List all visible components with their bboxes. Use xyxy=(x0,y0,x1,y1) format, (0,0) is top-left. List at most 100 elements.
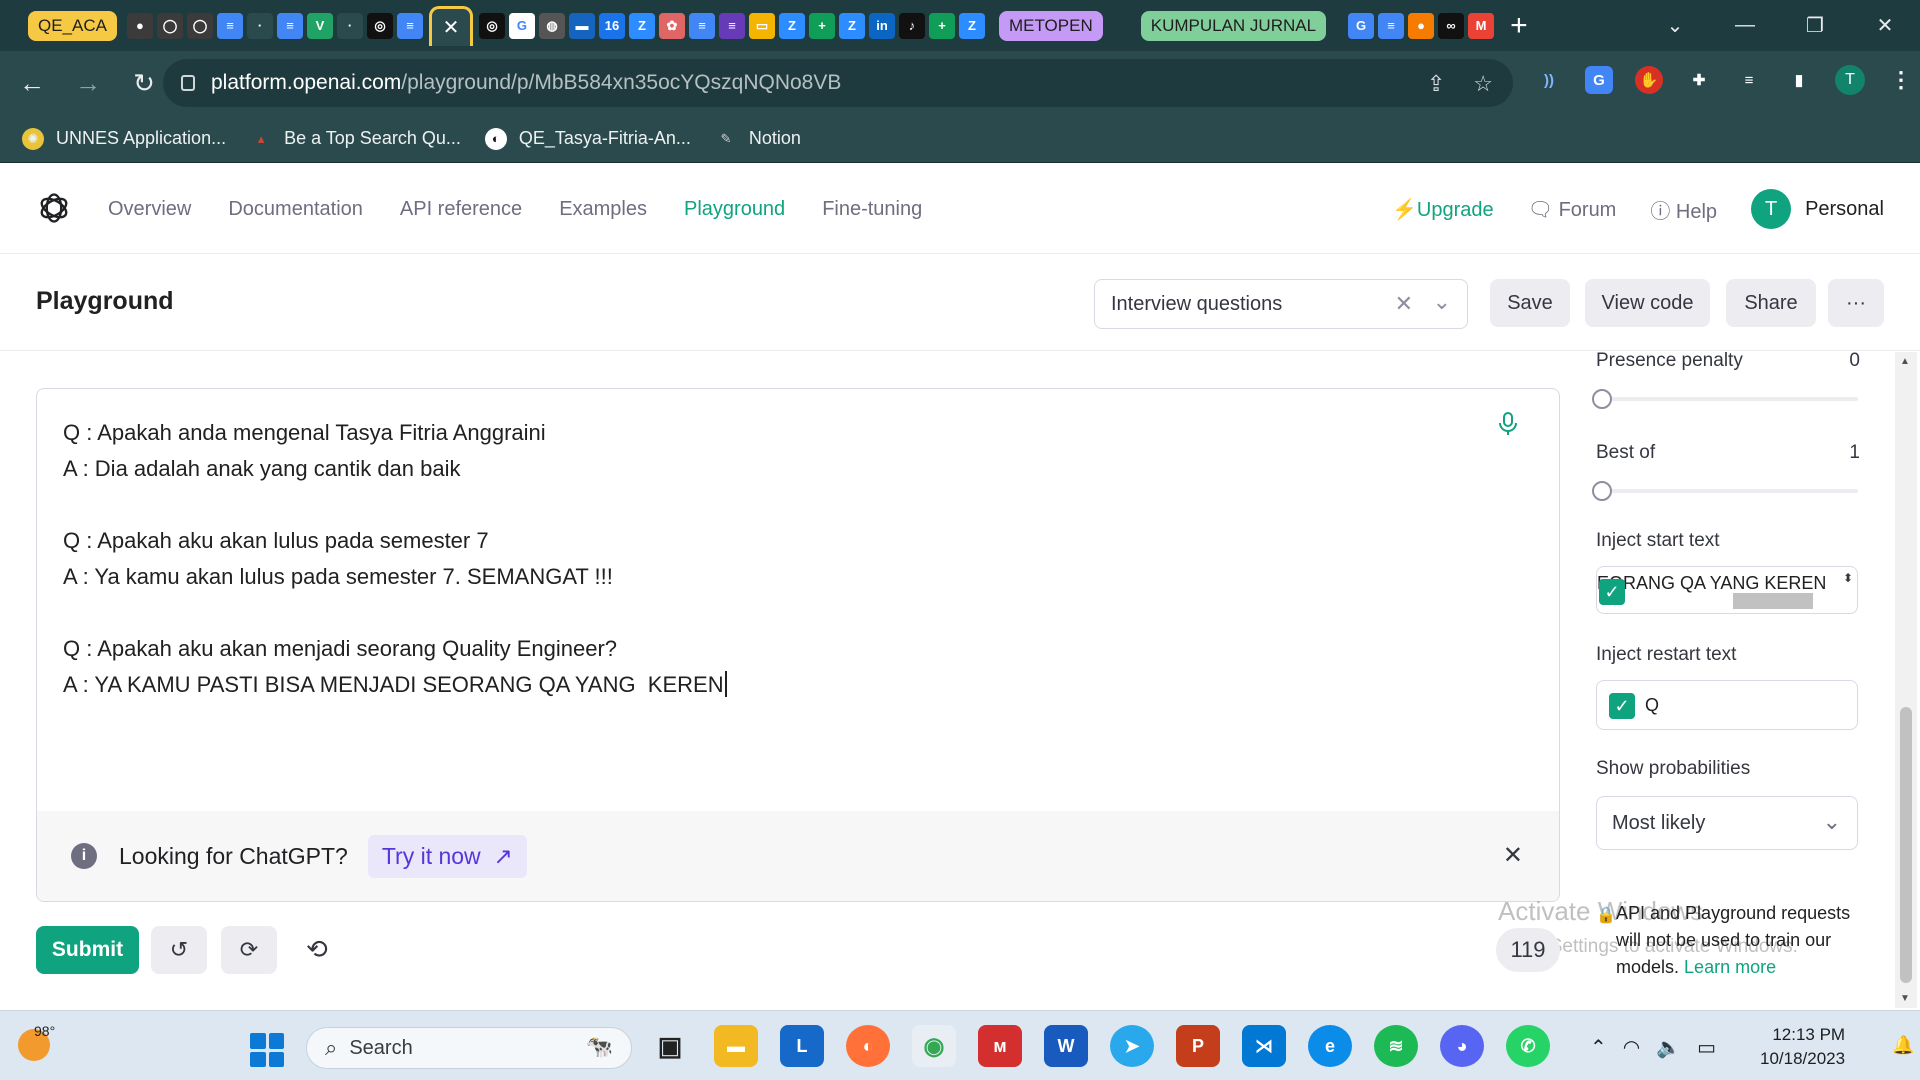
slider-knob[interactable] xyxy=(1592,481,1612,501)
plus-tab-icon[interactable]: + xyxy=(928,12,955,39)
try-it-now-link[interactable]: Try it now ↗ xyxy=(367,834,527,878)
show-probabilities-select[interactable]: Most likely ⌄ xyxy=(1596,796,1858,850)
tab-group-metopen[interactable]: METOPEN xyxy=(998,10,1103,41)
google-tab-icon[interactable]: G xyxy=(508,12,535,39)
docs-tab-icon[interactable]: ≡ xyxy=(688,12,715,39)
kebab-menu-icon[interactable]: ⋮ xyxy=(1887,66,1915,94)
best-of-slider[interactable] xyxy=(1592,481,1858,501)
upgrade-link[interactable]: ⚡Upgrade xyxy=(1392,197,1494,222)
scroll-up-icon[interactable]: ▲ xyxy=(1900,356,1910,367)
submit-button[interactable]: Submit xyxy=(36,926,139,974)
chrome-icon[interactable]: ◉ xyxy=(912,1025,956,1067)
bookmark-notion[interactable]: ✎ Notion xyxy=(715,128,800,150)
address-bar[interactable]: platform.openai.com/playground/p/MbB584x… xyxy=(163,59,1513,107)
tab-group-kumpulan-jurnal[interactable]: KUMPULAN JURNAL xyxy=(1140,10,1327,41)
docs-tab-icon[interactable]: ≡ xyxy=(1378,12,1405,39)
best-of-value[interactable]: 1 xyxy=(1849,442,1860,464)
history-icon[interactable]: ⟲ xyxy=(306,934,328,965)
presence-penalty-value[interactable]: 0 xyxy=(1849,350,1860,372)
zoom-tab-icon[interactable]: Z xyxy=(838,12,865,39)
word-icon[interactable]: W xyxy=(1044,1025,1088,1067)
nav-playground[interactable]: Playground xyxy=(684,198,785,221)
close-window-icon[interactable]: ✕ xyxy=(1850,13,1920,38)
close-banner-icon[interactable]: ✕ xyxy=(1503,841,1523,870)
tab-icon[interactable]: ▬ xyxy=(568,12,595,39)
microphone-icon[interactable] xyxy=(1497,411,1519,437)
scroll-down-icon[interactable]: ▼ xyxy=(1900,993,1910,1004)
restore-icon[interactable]: ❐ xyxy=(1780,13,1850,38)
reload-icon[interactable]: ↻ xyxy=(120,68,168,99)
tab-icon[interactable]: ● xyxy=(126,12,153,39)
adblock-extension-icon[interactable]: ✋ xyxy=(1635,66,1663,94)
clock[interactable]: 12:13 PM 10/18/2023 xyxy=(1760,1023,1845,1071)
telegram-icon[interactable]: ➤ xyxy=(1110,1025,1154,1067)
powerpoint-icon[interactable]: P xyxy=(1176,1025,1220,1067)
calendar-tab-icon[interactable]: 16 xyxy=(598,12,625,39)
file-explorer-icon[interactable]: ▬ xyxy=(714,1025,758,1067)
browser-profile-avatar[interactable]: T xyxy=(1835,65,1865,95)
forward-arrow-icon[interactable]: → xyxy=(64,68,112,99)
tab-search-chevron-icon[interactable]: ⌄ xyxy=(1640,13,1710,38)
bookmark-star-icon[interactable]: ☆ xyxy=(1473,71,1493,97)
docs-tab-icon[interactable]: ≡ xyxy=(396,12,423,39)
github-tab-icon[interactable]: ◯ xyxy=(156,12,183,39)
account-menu[interactable]: T Personal xyxy=(1751,189,1884,229)
nav-api-reference[interactable]: API reference xyxy=(400,198,522,221)
gmail-tab-icon[interactable]: M xyxy=(1468,12,1495,39)
globe-tab-icon[interactable]: ◍ xyxy=(538,12,565,39)
inject-restart-checkbox[interactable]: ✓ xyxy=(1609,693,1635,719)
chevron-up-icon[interactable]: ⌃ xyxy=(1590,1035,1607,1060)
media-queue-icon[interactable]: ≡ xyxy=(1735,66,1763,94)
firefox-icon[interactable]: ◐ xyxy=(846,1025,890,1067)
nav-examples[interactable]: Examples xyxy=(559,198,647,221)
linkedin-tab-icon[interactable]: in xyxy=(868,12,895,39)
tab-icon[interactable]: ● xyxy=(1408,12,1435,39)
back-arrow-icon[interactable]: ← xyxy=(8,68,56,99)
v-tab-icon[interactable]: V xyxy=(306,12,333,39)
github-tab-icon[interactable]: ◯ xyxy=(186,12,213,39)
slides-tab-icon[interactable]: ▭ xyxy=(748,12,775,39)
infinity-tab-icon[interactable]: ∞ xyxy=(1438,12,1465,39)
brain-tab-icon[interactable]: ✿ xyxy=(658,12,685,39)
undo-button[interactable]: ↺ xyxy=(151,926,207,974)
regenerate-button[interactable]: ⟳ xyxy=(221,926,277,974)
view-code-button[interactable]: View code xyxy=(1585,279,1710,327)
zoom-tab-icon[interactable]: Z xyxy=(628,12,655,39)
nav-fine-tuning[interactable]: Fine-tuning xyxy=(822,198,922,221)
tiktok-tab-icon[interactable]: ♪ xyxy=(898,12,925,39)
side-panel-icon[interactable]: ▮ xyxy=(1785,66,1813,94)
new-tab-plus-icon[interactable]: + xyxy=(1510,9,1528,43)
share-page-icon[interactable]: ⇪ xyxy=(1427,71,1445,97)
windows-start-icon[interactable] xyxy=(250,1033,284,1067)
minimize-icon[interactable]: — xyxy=(1710,14,1780,37)
field-scrollbar[interactable] xyxy=(1733,593,1813,609)
taskbar-search[interactable]: ⌕ Search 🐄 xyxy=(306,1027,632,1069)
chevron-down-icon[interactable]: ⌄ xyxy=(1433,289,1451,315)
nav-documentation[interactable]: Documentation xyxy=(228,198,363,221)
more-options-button[interactable]: ··· xyxy=(1828,279,1884,327)
spotify-icon[interactable]: ≋ xyxy=(1374,1025,1418,1067)
share-button[interactable]: Share xyxy=(1726,279,1816,327)
page-scrollbar[interactable]: ▲ ▼ xyxy=(1895,352,1917,1008)
battery-icon[interactable]: ▭ xyxy=(1697,1035,1716,1060)
prompt-editor[interactable]: Q : Apakah anda mengenal Tasya Fitria An… xyxy=(36,388,1560,902)
forms-tab-icon[interactable]: ≡ xyxy=(718,12,745,39)
tab-icon[interactable]: · xyxy=(336,12,363,39)
task-view-icon[interactable]: ▣ xyxy=(648,1025,692,1067)
audio-extension-icon[interactable]: )) xyxy=(1535,66,1563,94)
translate-extension-icon[interactable]: G xyxy=(1585,66,1613,94)
openai-tab-icon[interactable]: ◎ xyxy=(478,12,505,39)
presence-penalty-slider[interactable] xyxy=(1592,389,1858,409)
inject-start-checkbox[interactable]: ✓ xyxy=(1599,579,1625,605)
save-button[interactable]: Save xyxy=(1490,279,1570,327)
whatsapp-icon[interactable]: ✆ xyxy=(1506,1025,1550,1067)
puzzle-extensions-icon[interactable]: ✚ xyxy=(1685,66,1713,94)
plus-tab-icon[interactable]: + xyxy=(808,12,835,39)
notification-bell-icon[interactable]: 🔔 xyxy=(1892,1035,1914,1056)
clear-preset-icon[interactable]: ✕ xyxy=(1395,291,1413,317)
openai-logo-icon[interactable] xyxy=(36,190,72,226)
tab-icon[interactable]: · xyxy=(246,12,273,39)
forum-link[interactable]: 🗨 Forum xyxy=(1528,197,1617,222)
mendeley-icon[interactable]: ᴍ xyxy=(978,1025,1022,1067)
scroll-thumb[interactable] xyxy=(1900,707,1912,983)
